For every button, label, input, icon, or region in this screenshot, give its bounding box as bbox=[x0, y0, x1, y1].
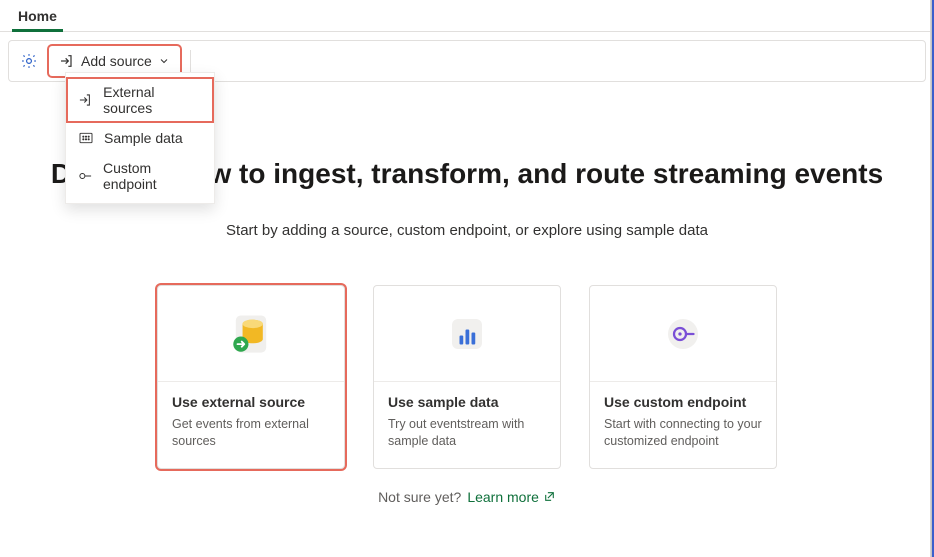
endpoint-circle-icon bbox=[659, 310, 707, 358]
card-title: Use sample data bbox=[388, 394, 546, 410]
not-sure-text: Not sure yet? bbox=[378, 489, 461, 505]
card-body: Use custom endpoint Start with connectin… bbox=[590, 382, 776, 468]
enter-icon bbox=[78, 92, 93, 108]
card-desc: Start with connecting to your customized… bbox=[604, 416, 762, 450]
card-body: Use sample data Try out eventstream with… bbox=[374, 382, 560, 468]
database-arrow-icon bbox=[224, 307, 278, 361]
card-icon-area bbox=[374, 286, 560, 382]
card-custom-endpoint[interactable]: Use custom endpoint Start with connectin… bbox=[589, 285, 777, 469]
page-subtitle: Start by adding a source, custom endpoin… bbox=[0, 222, 934, 239]
external-link-icon bbox=[543, 490, 556, 503]
dropdown-item-label: External sources bbox=[103, 84, 202, 116]
card-sample-data[interactable]: Use sample data Try out eventstream with… bbox=[373, 285, 561, 469]
footer-line: Not sure yet? Learn more bbox=[0, 489, 934, 505]
tab-strip: Home bbox=[0, 0, 934, 32]
cards-row: Use external source Get events from exte… bbox=[0, 285, 934, 469]
window-edge bbox=[930, 0, 934, 557]
learn-more-label: Learn more bbox=[467, 489, 539, 505]
card-icon-area bbox=[158, 286, 344, 382]
dropdown-item-custom-endpoint[interactable]: Custom endpoint bbox=[66, 153, 214, 199]
add-source-dropdown: External sources Sample data Custom endp… bbox=[65, 72, 215, 204]
card-title: Use custom endpoint bbox=[604, 394, 762, 410]
endpoint-icon bbox=[78, 168, 93, 184]
grid-dots-icon bbox=[78, 130, 94, 146]
learn-more-link[interactable]: Learn more bbox=[467, 489, 556, 505]
gear-icon bbox=[20, 52, 38, 70]
card-desc: Get events from external sources bbox=[172, 416, 330, 450]
dropdown-item-sample-data[interactable]: Sample data bbox=[66, 123, 214, 153]
add-source-label: Add source bbox=[81, 53, 152, 69]
tab-home[interactable]: Home bbox=[8, 2, 67, 31]
chevron-down-icon bbox=[158, 55, 170, 67]
enter-icon bbox=[59, 53, 75, 69]
card-icon-area bbox=[590, 286, 776, 382]
card-external-source[interactable]: Use external source Get events from exte… bbox=[157, 285, 345, 469]
dropdown-item-external-sources[interactable]: External sources bbox=[66, 77, 214, 123]
dropdown-item-label: Sample data bbox=[104, 130, 183, 146]
dropdown-item-label: Custom endpoint bbox=[103, 160, 202, 192]
card-title: Use external source bbox=[172, 394, 330, 410]
card-body: Use external source Get events from exte… bbox=[158, 382, 344, 468]
toolbar-divider bbox=[190, 50, 191, 72]
bar-chart-icon bbox=[443, 310, 491, 358]
card-desc: Try out eventstream with sample data bbox=[388, 416, 546, 450]
settings-button[interactable] bbox=[15, 47, 43, 75]
